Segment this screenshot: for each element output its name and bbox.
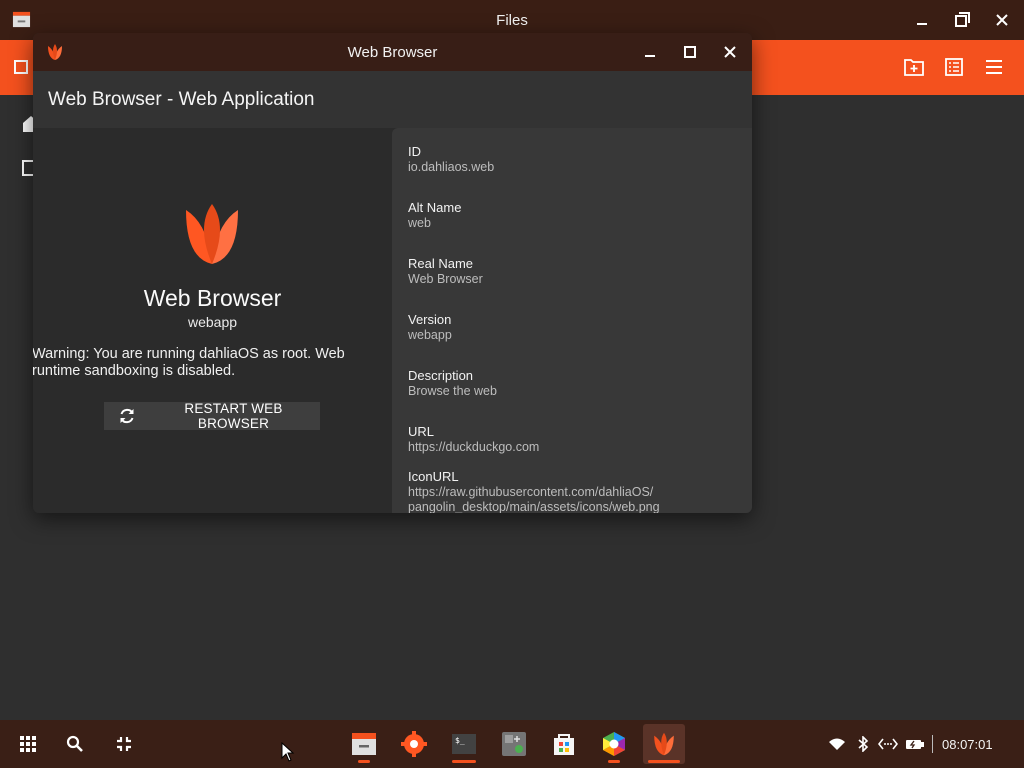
detail-key: Alt Name xyxy=(408,200,462,215)
restart-button-label: RESTART WEB BROWSER xyxy=(184,401,283,431)
web-browser-logo-icon xyxy=(186,204,238,264)
minimize-icon xyxy=(645,55,655,57)
list-view-icon[interactable] xyxy=(941,54,967,80)
detail-value: https://raw.githubusercontent.com/dahlia… xyxy=(408,485,654,499)
search-icon[interactable] xyxy=(63,732,87,756)
detail-value: https://duckduckgo.com xyxy=(408,440,540,454)
files-app-icon xyxy=(352,733,376,755)
new-folder-icon[interactable] xyxy=(901,54,927,80)
detail-icon-url: IconURL https://raw.githubusercontent.co… xyxy=(408,469,738,513)
detail-key: IconURL xyxy=(408,469,459,484)
graft-app-icon xyxy=(603,732,625,756)
dock-files[interactable] xyxy=(343,724,385,764)
dock-graft[interactable] xyxy=(593,724,635,764)
root-warning-text: Warning: You are running dahliaOS as roo… xyxy=(33,346,345,379)
taskbar: $_ 08:07:01 xyxy=(0,720,1024,768)
detail-key: ID xyxy=(408,144,421,159)
terminal-app-icon: $_ xyxy=(452,734,476,754)
battery-icon[interactable] xyxy=(905,734,925,754)
close-icon xyxy=(724,46,736,58)
tray-separator xyxy=(932,735,933,753)
network-icon[interactable] xyxy=(878,734,898,754)
app-summary-panel: Web Browser webapp Warning: You are runn… xyxy=(33,128,392,513)
menu-icon[interactable] xyxy=(981,54,1007,80)
files-folder-icon[interactable] xyxy=(8,54,34,80)
files-restore-button[interactable] xyxy=(948,6,976,34)
detail-description: Description Browse the web xyxy=(408,368,738,399)
store-app-icon xyxy=(554,734,574,755)
dock-store[interactable] xyxy=(543,724,585,764)
detail-value: Browse the web xyxy=(408,384,497,398)
detail-value-continued: pangolin_desktop/main/assets/icons/web.p… xyxy=(408,500,660,513)
app-type: webapp xyxy=(187,314,238,330)
dock-terminal[interactable]: $_ xyxy=(443,724,485,764)
overview-icon[interactable] xyxy=(112,732,136,756)
minimize-button[interactable] xyxy=(636,38,664,66)
app-info-header: Web Browser - Web Application xyxy=(33,71,752,128)
detail-url: URL https://duckduckgo.com xyxy=(408,424,738,455)
maximize-icon xyxy=(684,46,696,58)
minimize-icon xyxy=(917,23,927,25)
svg-text:$_: $_ xyxy=(455,736,465,745)
app-details-panel[interactable]: ID io.dahliaos.web Alt Name web Real Nam… xyxy=(392,128,752,513)
detail-real-name: Real Name Web Browser xyxy=(408,256,738,287)
detail-key: URL xyxy=(408,424,435,439)
detail-key: Real Name xyxy=(408,256,474,271)
web-browser-titlebar: Web Browser xyxy=(33,33,752,71)
detail-key: Description xyxy=(408,368,474,383)
calculator-app-icon xyxy=(502,732,526,756)
app-launcher-icon[interactable] xyxy=(16,732,40,756)
detail-version: Version webapp xyxy=(408,312,738,343)
dock-web-browser[interactable] xyxy=(643,724,685,764)
restore-icon xyxy=(955,12,970,27)
bluetooth-icon[interactable] xyxy=(853,734,873,754)
detail-key: Version xyxy=(408,312,452,327)
wifi-icon[interactable] xyxy=(827,734,847,754)
files-window-title: Files xyxy=(496,12,528,29)
files-close-button[interactable] xyxy=(988,6,1016,34)
detail-value: Web Browser xyxy=(408,272,483,286)
settings-app-icon xyxy=(401,731,427,757)
mouse-cursor-icon xyxy=(281,742,295,762)
detail-value: webapp xyxy=(408,328,452,342)
close-button[interactable] xyxy=(716,38,744,66)
refresh-icon xyxy=(116,405,138,427)
clock[interactable]: 08:07:01 xyxy=(942,737,993,752)
detail-value: web xyxy=(408,216,431,230)
web-browser-window: Web Browser Web Browser - Web Applicatio… xyxy=(33,33,752,513)
close-icon xyxy=(996,14,1008,26)
dock-settings[interactable] xyxy=(393,724,435,764)
page-title: Web Browser - Web Application xyxy=(48,89,315,110)
detail-id: ID io.dahliaos.web xyxy=(408,144,738,175)
app-name: Web Browser xyxy=(143,285,282,311)
web-browser-tulip-icon xyxy=(654,732,674,756)
detail-value: io.dahliaos.web xyxy=(408,160,495,174)
restart-web-browser-button[interactable]: RESTART WEB BROWSER xyxy=(104,401,320,431)
detail-alt-name: Alt Name web xyxy=(408,200,738,231)
dock-calculator[interactable] xyxy=(493,724,535,764)
files-minimize-button[interactable] xyxy=(908,6,936,34)
maximize-button[interactable] xyxy=(676,38,704,66)
